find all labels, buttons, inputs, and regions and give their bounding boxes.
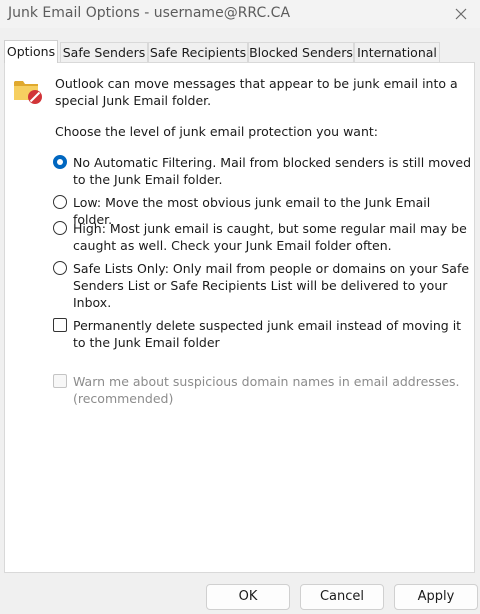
radio-low[interactable]: Low: Move the most obvious junk email to… xyxy=(53,194,469,227)
intro-text: Outlook can move messages that appear to… xyxy=(55,76,458,108)
window-title: Junk Email Options - username@RRC.CA xyxy=(8,5,291,21)
tab-options[interactable]: Options xyxy=(4,40,58,63)
ok-button[interactable]: OK xyxy=(206,584,290,610)
tab-safe-senders[interactable]: Safe Senders xyxy=(60,42,148,62)
radio-button[interactable] xyxy=(53,221,67,235)
title-bar: Junk Email Options - username@RRC.CA xyxy=(0,0,480,28)
tab-international[interactable]: International xyxy=(354,42,440,62)
warn-suspicious-checkbox xyxy=(53,374,67,388)
permanently-delete-option[interactable]: Permanently delete suspected junk email … xyxy=(53,317,469,351)
radio-button-selected[interactable] xyxy=(53,155,67,169)
close-icon xyxy=(455,8,467,20)
warn-suspicious-option: Warn me about suspicious domain names in… xyxy=(53,373,469,407)
close-button[interactable] xyxy=(448,2,474,26)
tab-blocked-senders[interactable]: Blocked Senders xyxy=(248,42,354,62)
apply-button[interactable]: Apply xyxy=(394,584,478,610)
radio-button[interactable] xyxy=(53,261,67,275)
radio-no-filtering[interactable]: No Automatic Filtering. Mail from blocke… xyxy=(53,154,471,188)
radio-label: High: Most junk email is caught, but som… xyxy=(73,221,467,253)
permanently-delete-checkbox[interactable] xyxy=(53,318,67,332)
checkbox-label: Permanently delete suspected junk email … xyxy=(73,318,462,350)
radio-high[interactable]: High: Most junk email is caught, but som… xyxy=(53,220,469,254)
radio-label: No Automatic Filtering. Mail from blocke… xyxy=(73,155,472,187)
tab-bar: Options Safe Senders Safe Recipients Blo… xyxy=(4,40,474,63)
checkbox-label: Warn me about suspicious domain names in… xyxy=(73,374,460,406)
radio-button[interactable] xyxy=(53,195,67,209)
radio-safe-lists-only[interactable]: Safe Lists Only: Only mail from people o… xyxy=(53,260,469,310)
cancel-button[interactable]: Cancel xyxy=(300,584,384,610)
tab-safe-recipients[interactable]: Safe Recipients xyxy=(148,42,248,62)
options-panel: Outlook can move messages that appear to… xyxy=(4,62,475,573)
radio-label: Safe Lists Only: Only mail from people o… xyxy=(73,261,470,310)
junk-folder-icon xyxy=(14,81,42,104)
protection-level-label: Choose the level of junk email protectio… xyxy=(55,124,378,139)
